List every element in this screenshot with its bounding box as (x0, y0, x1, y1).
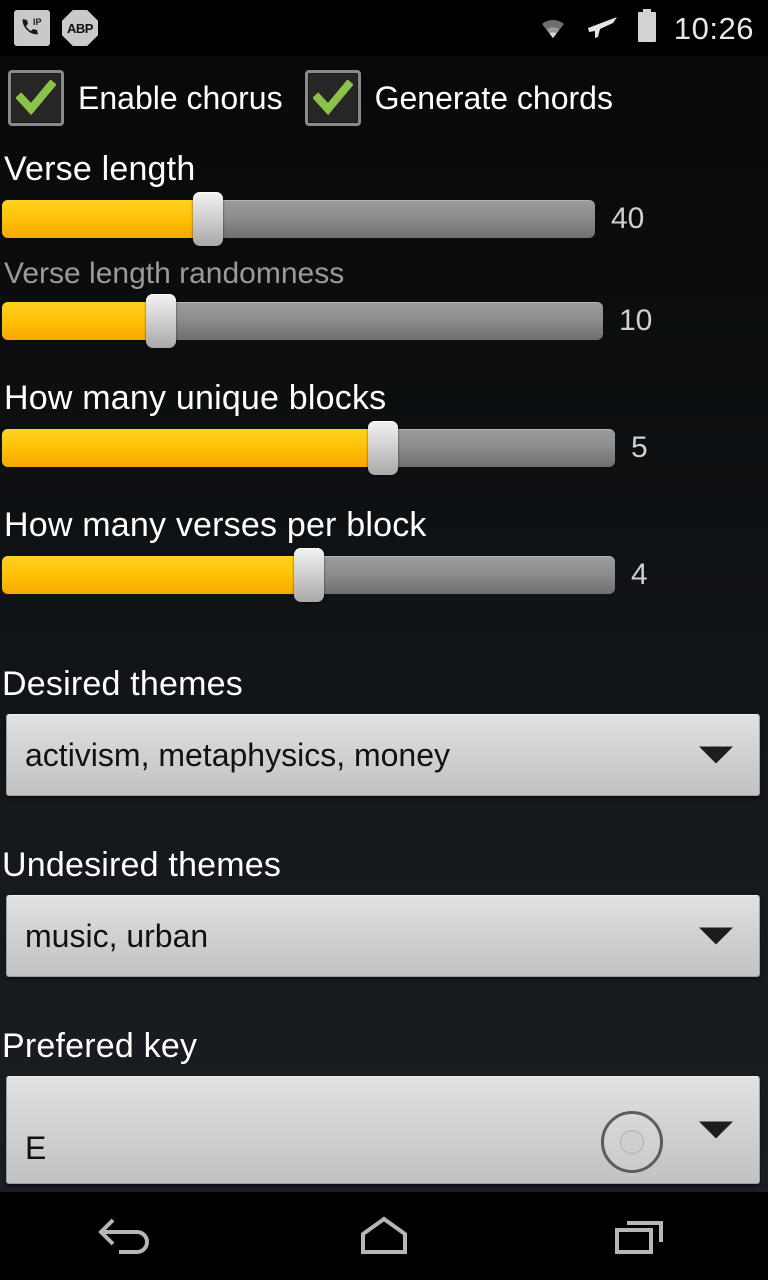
slider-thumb[interactable] (368, 421, 398, 475)
slider-thumb[interactable] (146, 294, 176, 348)
checkbox-enable-chorus-label: Enable chorus (78, 79, 283, 116)
slider-thumb[interactable] (294, 548, 324, 602)
setting-undesired-themes-label: Undesired themes (2, 846, 282, 884)
recents-button[interactable] (570, 1192, 710, 1280)
slider-verses-per-block-value: 4 (631, 558, 648, 591)
slider-verse-length-value: 40 (611, 202, 645, 235)
spinner-prefered-key-value: E (25, 1130, 47, 1166)
slider-fill (2, 429, 374, 467)
slider-fill (2, 302, 152, 340)
slider-unique-blocks[interactable] (2, 421, 615, 475)
airplane-mode-icon (586, 10, 620, 47)
spinner-undesired-themes-value: music, urban (25, 917, 209, 954)
checkbox-generate-chords[interactable]: Generate chords (304, 70, 613, 126)
setting-verse-length-label: Verse length (4, 150, 196, 188)
navigation-bar (0, 1192, 768, 1280)
slider-verse-length-randomness[interactable] (2, 294, 603, 348)
checkbox-enable-chorus[interactable]: Enable chorus (8, 70, 283, 126)
setting-prefered-key-label: Prefered key (2, 1027, 198, 1065)
home-icon (361, 1216, 407, 1254)
slider-thumb[interactable] (193, 192, 223, 246)
check-icon (312, 80, 353, 116)
setting-prefered-key: Prefered key E (0, 977, 768, 1184)
checkbox-row: Enable chorus Generate chords (0, 56, 768, 136)
sip-phone-icon: IP (14, 10, 50, 46)
slider-fill (2, 200, 198, 238)
touch-pointer-indicator (601, 1111, 663, 1173)
chevron-down-icon (699, 746, 733, 764)
setting-desired-themes-label: Desired themes (2, 665, 243, 703)
home-button[interactable] (314, 1192, 454, 1280)
spinner-prefered-key[interactable]: E (6, 1076, 760, 1184)
slider-verse-length-row: 40 (2, 192, 768, 246)
recents-icon (615, 1221, 663, 1254)
setting-verse-length-randomness: Verse length randomness 10 (0, 245, 768, 348)
spinner-undesired-themes[interactable]: music, urban (6, 895, 760, 977)
battery-icon (636, 8, 658, 48)
wifi-icon (536, 12, 570, 45)
slider-randomness-value: 10 (619, 304, 653, 337)
checkbox-generate-chords-label: Generate chords (374, 79, 613, 116)
slider-unique-blocks-row: 5 (2, 421, 768, 475)
slider-verses-per-block[interactable] (2, 548, 615, 602)
slider-randomness-row: 10 (2, 294, 768, 348)
back-arrow-icon (98, 1218, 149, 1254)
svg-text:IP: IP (33, 17, 42, 27)
setting-verse-length: Verse length 40 (0, 136, 768, 246)
spinner-desired-themes-value: activism, metaphysics, money (25, 736, 451, 773)
setting-unique-blocks-label: How many unique blocks (4, 379, 387, 417)
chevron-down-icon (699, 1121, 733, 1139)
check-icon (16, 80, 56, 116)
setting-undesired-themes: Undesired themes music, urban (0, 796, 768, 977)
slider-unique-blocks-value: 5 (631, 431, 648, 464)
android-screen: IP ABP 10:26 Enable chorus Generate chor… (0, 0, 768, 1280)
checkbox-enable-chorus-box[interactable] (8, 70, 64, 126)
spinner-desired-themes[interactable]: activism, metaphysics, money (6, 714, 760, 796)
checkbox-generate-chords-box[interactable] (304, 70, 361, 126)
setting-verses-per-block: How many verses per block 4 (0, 474, 768, 602)
slider-verses-per-block-row: 4 (2, 548, 768, 602)
status-bar-clock: 10:26 (673, 10, 754, 46)
chevron-down-icon (699, 927, 733, 945)
slider-verse-length[interactable] (2, 192, 595, 246)
status-bar-left-icons: IP ABP (14, 10, 98, 46)
setting-desired-themes: Desired themes activism, metaphysics, mo… (0, 601, 768, 796)
slider-fill (2, 556, 300, 594)
adblock-plus-icon: ABP (62, 10, 98, 46)
status-bar-right-icons: 10:26 (536, 8, 754, 48)
settings-content: Enable chorus Generate chords Verse leng… (0, 56, 768, 1184)
setting-verses-per-block-label: How many verses per block (4, 506, 427, 544)
status-bar: IP ABP 10:26 (0, 0, 768, 56)
setting-verse-length-randomness-label: Verse length randomness (4, 257, 345, 290)
back-button[interactable] (58, 1192, 198, 1280)
setting-unique-blocks: How many unique blocks 5 (0, 347, 768, 475)
